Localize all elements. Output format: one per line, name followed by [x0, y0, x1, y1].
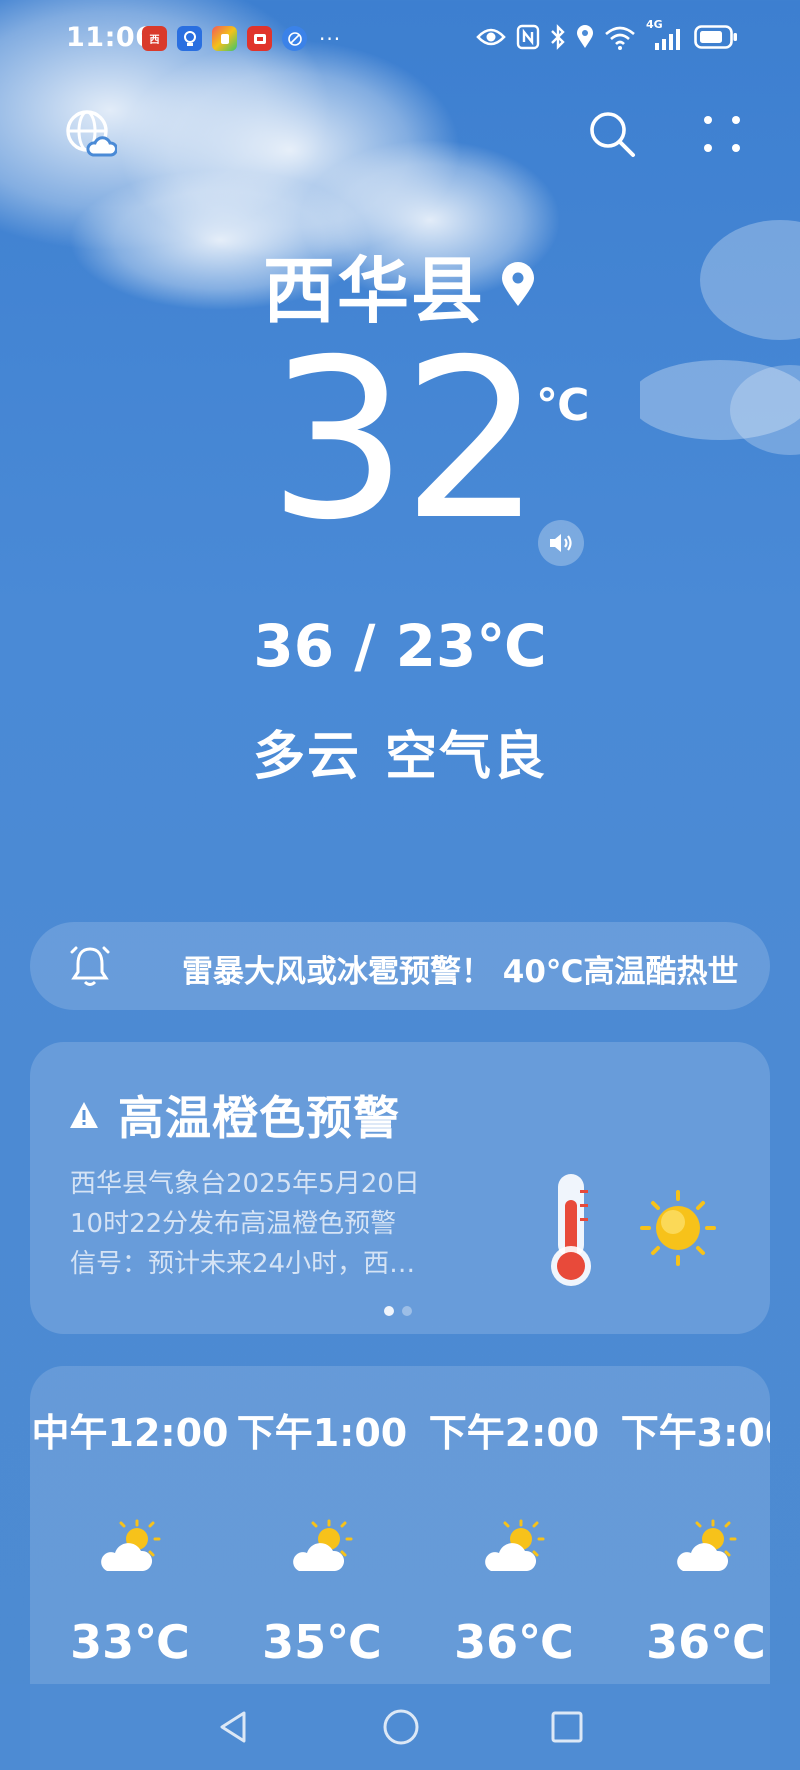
temperature-value: 32: [268, 312, 542, 568]
four-dots-icon: [704, 116, 740, 152]
warning-triangle-icon: [70, 1102, 98, 1128]
back-icon[interactable]: [216, 1709, 252, 1745]
voice-broadcast-button[interactable]: [538, 520, 584, 566]
weather-description: 多云 空气良: [0, 714, 800, 789]
warning-line: 10时22分发布高温橙色预警: [70, 1209, 397, 1239]
temperature-range: 36 / 23℃: [253, 612, 547, 680]
app-bulb-icon: [177, 26, 202, 51]
battery-icon: [694, 25, 737, 49]
alarm-bell-icon: [70, 946, 110, 986]
hour-time: 下午1:00: [236, 1411, 408, 1455]
more-notifications: ···: [319, 26, 342, 51]
hour-temperature: 33℃: [70, 1615, 190, 1669]
search-icon: [590, 112, 635, 157]
location-icon: [577, 25, 593, 48]
hour-temperature: 36℃: [646, 1615, 766, 1669]
cell-signal: 4G: [646, 18, 684, 50]
carousel-dot-active: [384, 1306, 394, 1316]
bluetooth-icon: [551, 24, 565, 50]
status-bar: 11:06 西 ··· 4G: [0, 0, 800, 80]
speaker-icon: [550, 534, 572, 552]
notification-icons: 西 ···: [142, 26, 341, 51]
globe-cloud-icon: [66, 110, 117, 157]
navigation-bar: [0, 1684, 800, 1770]
app-pdd-icon: [247, 26, 272, 51]
warning-title: 高温橙色预警: [118, 1091, 400, 1145]
partly-cloudy-icon: [485, 1519, 545, 1571]
app-browser-icon: [282, 26, 307, 51]
wifi-icon: [605, 26, 635, 50]
warning-body: 西华县气象台2025年5月20日 10时22分发布高温橙色预警 信号：预计未来2…: [70, 1164, 490, 1284]
app-color-icon: [212, 26, 237, 51]
hour-item[interactable]: 下午3:00 36℃: [606, 1402, 770, 1669]
temperature-unit: ℃: [536, 380, 590, 431]
home-icon[interactable]: [382, 1708, 420, 1746]
hour-item[interactable]: 下午1:00 35℃: [222, 1402, 422, 1669]
eye-icon: [476, 28, 506, 46]
alert-ticker-text: 雷暴大风或冰雹预警！ 40℃高温酷热世: [182, 954, 739, 990]
thermometer-sun-icon: [551, 1174, 716, 1286]
hour-item[interactable]: 下午2:00 36℃: [414, 1402, 614, 1669]
hour-time: 中午12:00: [31, 1411, 229, 1455]
warning-line: 西华县气象台2025年5月20日: [70, 1169, 420, 1199]
system-icons: 4G: [476, 18, 738, 50]
location-pin-icon: [502, 261, 534, 306]
nfc-icon: [516, 24, 540, 50]
recents-icon[interactable]: [550, 1710, 584, 1744]
hour-time: 下午3:00: [620, 1411, 770, 1455]
signal-bars-icon: [655, 29, 680, 50]
partly-cloudy-icon: [677, 1519, 737, 1571]
alert-banner[interactable]: 雷暴大风或冰雹预警！ 40℃高温酷热世: [30, 922, 770, 1010]
hour-temperature: 35℃: [262, 1615, 382, 1669]
more-options-button[interactable]: [694, 106, 750, 162]
hour-temperature: 36℃: [454, 1615, 574, 1669]
city-manage-button[interactable]: [62, 106, 118, 162]
hour-item[interactable]: 中午12:00 33℃: [30, 1402, 230, 1669]
hour-time: 下午2:00: [428, 1411, 600, 1455]
partly-cloudy-icon: [293, 1519, 353, 1571]
warning-header: 高温橙色预警: [68, 1082, 400, 1148]
search-button[interactable]: [584, 106, 640, 162]
air-quality[interactable]: 空气良: [385, 727, 547, 787]
app-red-icon: 西: [142, 26, 167, 51]
current-temperature: 32 ℃: [0, 330, 800, 570]
warning-card[interactable]: 高温橙色预警 西华县气象台2025年5月20日 10时22分发布高温橙色预警 信…: [30, 1042, 770, 1334]
carousel-dot: [402, 1306, 412, 1316]
carousel-dots: [384, 1306, 412, 1316]
warning-line: 信号：预计未来24小时，西…: [70, 1249, 416, 1279]
partly-cloudy-icon: [101, 1519, 161, 1571]
weather-condition: 多云: [252, 727, 361, 787]
